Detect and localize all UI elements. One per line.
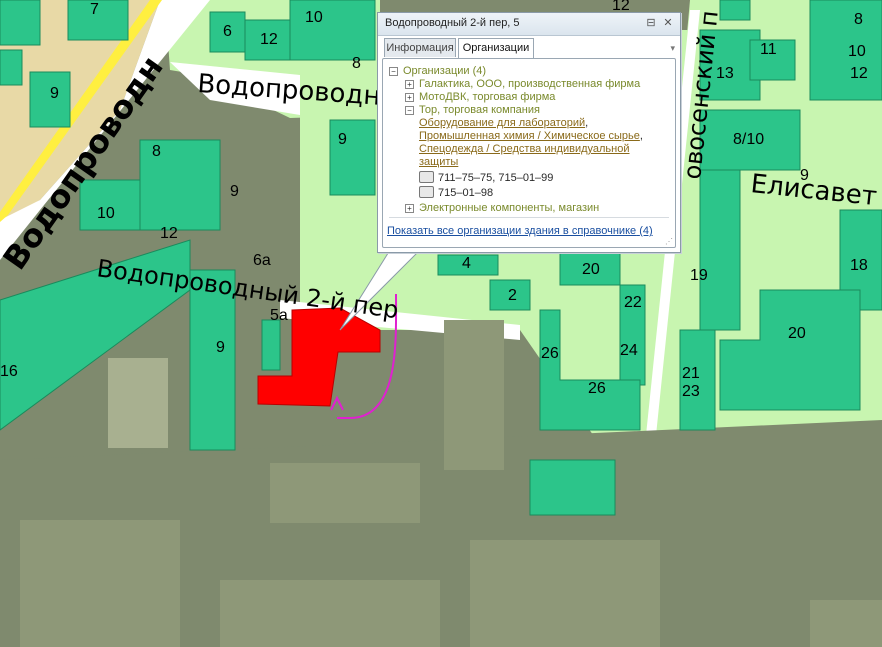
category-link[interactable]: Промышленная химия / Химическое сырье xyxy=(419,130,640,142)
collapse-icon[interactable]: − xyxy=(405,106,414,115)
building-number: 19 xyxy=(690,267,708,284)
gray-building xyxy=(220,580,440,647)
expand-icon[interactable]: + xyxy=(405,204,414,213)
close-icon[interactable]: ✕ xyxy=(661,16,675,30)
building-number: 10 xyxy=(848,43,866,60)
expand-icon[interactable]: + xyxy=(405,80,414,89)
org-label: Тор, торговая компания xyxy=(419,104,540,116)
building-number: 12 xyxy=(160,225,178,242)
tab-organizations[interactable]: Организации xyxy=(458,38,534,59)
gray-building xyxy=(270,463,420,523)
collapse-icon[interactable]: − xyxy=(389,67,398,76)
building-number: 22 xyxy=(624,294,642,311)
building-number: 6а xyxy=(253,252,271,269)
building-number: 24 xyxy=(620,342,638,359)
building-number: 20 xyxy=(788,325,806,342)
category-link[interactable]: Спецодежда / Средства индивидуальной защ… xyxy=(419,143,630,168)
building xyxy=(719,0,751,21)
tree-root-label: Организации (4) xyxy=(403,65,487,77)
building-number: 16 xyxy=(0,363,18,380)
phone-numbers: 711–75–75, 715–01–99 xyxy=(438,172,554,184)
category-links: Спецодежда / Средства индивидуальной защ… xyxy=(419,143,639,169)
fax-row: 715–01–98 xyxy=(419,186,493,200)
building-number: 12 xyxy=(850,65,868,82)
tab-scroll-icon[interactable]: ▾ xyxy=(670,43,675,54)
building-number: 10 xyxy=(97,205,115,222)
building xyxy=(529,459,616,516)
building xyxy=(809,0,882,101)
resize-handle-icon[interactable]: ⋰ xyxy=(665,237,673,246)
building-number: 5а xyxy=(270,307,288,324)
popup-header: Водопроводный 2-й пер, 5 ⊟ ✕ xyxy=(378,13,680,36)
pin-icon[interactable]: ⊟ xyxy=(644,16,658,30)
gray-building xyxy=(20,520,180,647)
phone-row: 711–75–75, 715–01–99 xyxy=(419,171,553,185)
gray-building xyxy=(470,540,660,647)
building-number: 8/10 xyxy=(733,131,764,148)
building-number: 8 xyxy=(854,11,863,28)
tab-information[interactable]: Информация xyxy=(384,38,456,57)
expand-icon[interactable]: + xyxy=(405,93,414,102)
building-number: 2 xyxy=(508,287,517,304)
popup-title: Водопроводный 2-й пер, 5 xyxy=(385,17,520,29)
divider xyxy=(389,217,669,218)
building xyxy=(699,169,741,331)
organizations-count: (4) xyxy=(639,225,653,237)
org-label: МотоДВК, торговая фирма xyxy=(419,91,556,103)
phone-icon xyxy=(419,171,434,183)
category-links: Оборудование для лабораторий, xyxy=(419,117,589,129)
building xyxy=(261,319,281,371)
organizations-panel: − Организации (4) + Галактика, ООО, прои… xyxy=(382,58,676,248)
building-number: 9 xyxy=(800,167,809,184)
building-number: 4 xyxy=(462,255,471,272)
building-number: 9 xyxy=(230,183,239,200)
show-all-organizations-link[interactable]: Показать все организации здания в справо… xyxy=(387,225,653,237)
fax-icon xyxy=(419,186,434,198)
building-number: 18 xyxy=(850,257,868,274)
building-number: 9 xyxy=(216,339,225,356)
org-label: Электронные компоненты, магазин xyxy=(419,202,600,214)
building-number: 8 xyxy=(152,143,161,160)
building-number: 26 xyxy=(588,380,606,397)
building-number: 6 xyxy=(223,23,232,40)
gray-building xyxy=(444,320,504,470)
building xyxy=(0,0,41,46)
building-number: 9 xyxy=(338,131,347,148)
category-link[interactable]: Оборудование для лабораторий xyxy=(419,117,585,129)
building xyxy=(0,49,23,86)
gray-building xyxy=(810,600,882,647)
building-number: 11 xyxy=(760,41,777,58)
org-item[interactable]: − Тор, торговая компания xyxy=(405,104,540,117)
org-item[interactable]: + МотоДВК, торговая фирма xyxy=(405,91,555,104)
fax-number: 715–01–98 xyxy=(438,187,494,199)
org-item[interactable]: + Электронные компоненты, магазин xyxy=(405,202,599,215)
building-number: 8 xyxy=(352,55,361,72)
building-number: 21 xyxy=(682,365,700,382)
building-number: 26 xyxy=(541,345,559,362)
show-all-label: Показать все организации здания в справо… xyxy=(387,225,637,237)
building-number: 13 xyxy=(716,65,734,82)
gray-building xyxy=(108,358,168,448)
tree-root[interactable]: − Организации (4) xyxy=(389,65,486,78)
building-number: 7 xyxy=(90,1,99,18)
building xyxy=(289,0,376,61)
building-number: 10 xyxy=(305,9,323,26)
building-number: 12 xyxy=(260,31,278,48)
building xyxy=(329,119,376,196)
org-label: Галактика, ООО, производственная фирма xyxy=(419,78,641,90)
building-info-popup[interactable]: Водопроводный 2-й пер, 5 ⊟ ✕ Информация … xyxy=(377,12,681,253)
building-number: 20 xyxy=(582,261,600,278)
org-item[interactable]: + Галактика, ООО, производственная фирма xyxy=(405,78,640,91)
building-number: 23 xyxy=(682,383,700,400)
building-number: 9 xyxy=(50,85,59,102)
category-links: Промышленная химия / Химическое сырье, xyxy=(419,130,643,142)
